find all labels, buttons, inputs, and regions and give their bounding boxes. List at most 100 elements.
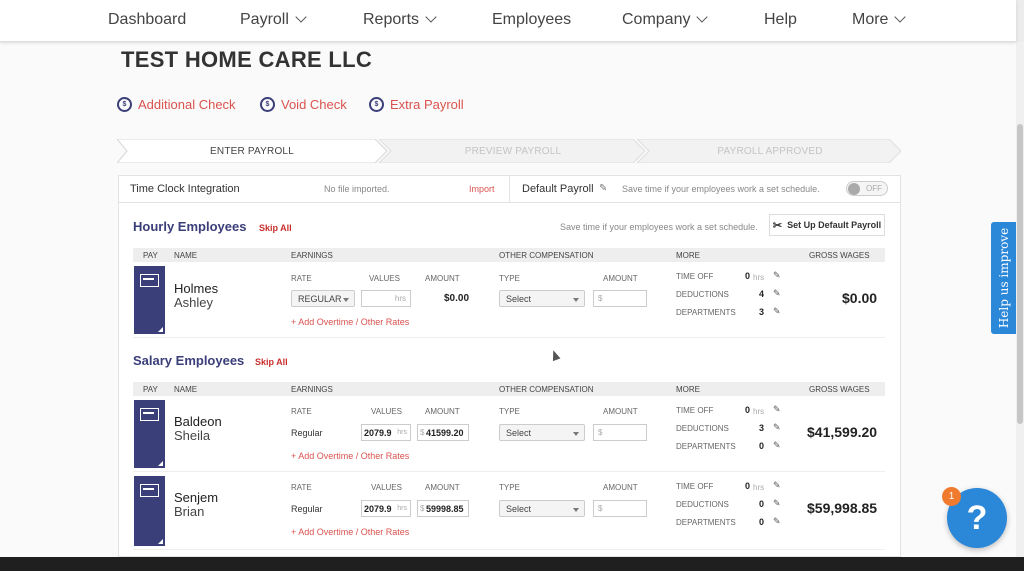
hourly-skip-all[interactable]: Skip All [259, 223, 292, 233]
nav-payroll[interactable]: Payroll [240, 11, 307, 29]
caret-down-icon [573, 508, 579, 512]
comp-type-select[interactable]: Select [499, 290, 585, 307]
time-off-value: 0 [745, 481, 751, 491]
salary-skip-all[interactable]: Skip All [255, 357, 288, 367]
pay-toggle[interactable] [134, 266, 165, 334]
col-other-comp: OTHER COMPENSATION [499, 385, 594, 394]
pencil-icon[interactable]: ✎ [773, 306, 781, 317]
top-navigation: Dashboard Payroll Reports Employees Comp… [0, 0, 1016, 42]
departments-label: DEPARTMENTS [676, 442, 736, 451]
add-overtime-link[interactable]: + Add Overtime / Other Rates [291, 527, 409, 537]
setup-default-payroll-button[interactable]: ✂ Set Up Default Payroll [769, 214, 885, 236]
sub-other-amount: AMOUNT [603, 483, 638, 492]
salary-employees-title: Salary Employees [133, 353, 245, 368]
pencil-icon[interactable]: ✎ [773, 404, 781, 415]
comp-amount-input[interactable]: $ [593, 500, 647, 517]
void-circle-icon: $ [260, 97, 275, 112]
departments-label: DEPARTMENTS [676, 518, 736, 527]
comp-amount-input[interactable]: $ [593, 424, 647, 441]
col-pay: PAY [143, 251, 158, 260]
void-check-link[interactable]: $ Void Check [260, 97, 347, 112]
comp-amount-input[interactable]: $ [593, 290, 647, 307]
col-more: MORE [676, 251, 700, 260]
additional-check-link[interactable]: $ Additional Check [117, 97, 236, 112]
table-row: Senjem Brian RATE VALUES AMOUNT TYPE AMO… [133, 474, 885, 550]
chevron-down-icon [696, 11, 709, 23]
calendar-icon [140, 274, 159, 287]
comp-type-select[interactable]: Select [499, 500, 585, 517]
nav-dashboard[interactable]: Dashboard [108, 11, 186, 29]
time-off-label: TIME OFF [676, 406, 714, 415]
departments-value: 0 [759, 517, 765, 527]
sub-amount: AMOUNT [425, 483, 460, 492]
comp-type-select[interactable]: Select [499, 424, 585, 441]
pencil-icon[interactable]: ✎ [773, 480, 781, 491]
notification-badge: 1 [942, 487, 961, 506]
pencil-icon[interactable]: ✎ [599, 183, 607, 194]
sub-values: VALUES [369, 274, 400, 283]
earnings-amount: $0.00 [444, 293, 470, 304]
sub-type: TYPE [499, 274, 520, 283]
hours-input[interactable]: 2079.9 hrs [361, 500, 411, 517]
deductions-label: DEDUCTIONS [676, 424, 729, 433]
pencil-icon[interactable]: ✎ [773, 270, 781, 281]
pencil-icon[interactable]: ✎ [773, 516, 781, 527]
rate-select[interactable]: REGULAR [291, 290, 355, 307]
help-us-improve-tab[interactable]: Help us improve [991, 222, 1016, 334]
default-payroll-label: Default Payroll [522, 183, 594, 195]
dollar-circle-icon: $ [369, 97, 384, 112]
col-gross-wages: GROSS WAGES [809, 385, 870, 394]
import-link[interactable]: Import [469, 184, 495, 194]
col-other-comp: OTHER COMPENSATION [499, 251, 594, 260]
sub-amount: AMOUNT [425, 274, 460, 283]
nav-reports[interactable]: Reports [363, 11, 437, 29]
time-off-unit: hrs [753, 483, 765, 492]
hours-input[interactable]: hrs [361, 290, 411, 307]
deductions-label: DEDUCTIONS [676, 290, 729, 299]
nav-company[interactable]: Company [622, 11, 709, 29]
nav-employees[interactable]: Employees [492, 11, 571, 29]
pay-toggle[interactable] [134, 400, 165, 468]
deductions-label: DEDUCTIONS [676, 500, 729, 509]
hourly-table-header: PAY NAME EARNINGS OTHER COMPENSATION MOR… [133, 248, 885, 262]
add-overtime-link[interactable]: + Add Overtime / Other Rates [291, 317, 409, 327]
caret-down-icon [573, 298, 579, 302]
divider [509, 176, 510, 203]
nav-help[interactable]: Help [764, 11, 797, 29]
os-taskbar [0, 557, 1024, 571]
pencil-icon[interactable]: ✎ [773, 422, 781, 433]
caret-down-icon [573, 432, 579, 436]
rate-label: Regular [291, 428, 323, 438]
pencil-icon[interactable]: ✎ [773, 498, 781, 509]
hourly-employees-title: Hourly Employees [133, 219, 247, 234]
add-overtime-link[interactable]: + Add Overtime / Other Rates [291, 451, 409, 461]
payroll-card: Time Clock Integration No file imported.… [118, 175, 901, 557]
sub-rate: RATE [291, 483, 312, 492]
sub-rate: RATE [291, 274, 312, 283]
dollar-circle-icon: $ [117, 97, 132, 112]
pencil-icon[interactable]: ✎ [773, 440, 781, 451]
tools-icon: ✂ [772, 219, 783, 232]
corner-icon [158, 539, 163, 544]
default-payroll-hint: Save time if your employees work a set s… [622, 184, 820, 194]
deductions-value: 0 [759, 499, 765, 509]
default-payroll-toggle[interactable]: OFF [846, 181, 888, 196]
time-off-value: 0 [745, 405, 751, 415]
time-clock-label: Time Clock Integration [130, 183, 240, 195]
corner-icon [158, 461, 163, 466]
scrollbar-thumb[interactable] [1017, 124, 1023, 424]
pay-toggle[interactable] [134, 476, 165, 546]
time-off-unit: hrs [753, 407, 765, 416]
col-name: NAME [174, 385, 198, 394]
amount-input[interactable]: $41599.20 [417, 424, 469, 441]
scrollbar-track[interactable] [1016, 42, 1024, 557]
extra-payroll-link[interactable]: $ Extra Payroll [369, 97, 464, 112]
hours-input[interactable]: 2079.9 hrs [361, 424, 411, 441]
amount-input[interactable]: $59998.85 [417, 500, 469, 517]
nav-more[interactable]: More [852, 11, 907, 29]
hourly-hint: Save time if your employees work a set s… [560, 222, 758, 232]
pencil-icon[interactable]: ✎ [773, 288, 781, 299]
employee-last-name: Baldeon [174, 414, 222, 429]
col-name: NAME [174, 251, 198, 260]
payroll-steps: ENTER PAYROLL PREVIEW PAYROLL PAYROLL AP… [117, 139, 901, 163]
